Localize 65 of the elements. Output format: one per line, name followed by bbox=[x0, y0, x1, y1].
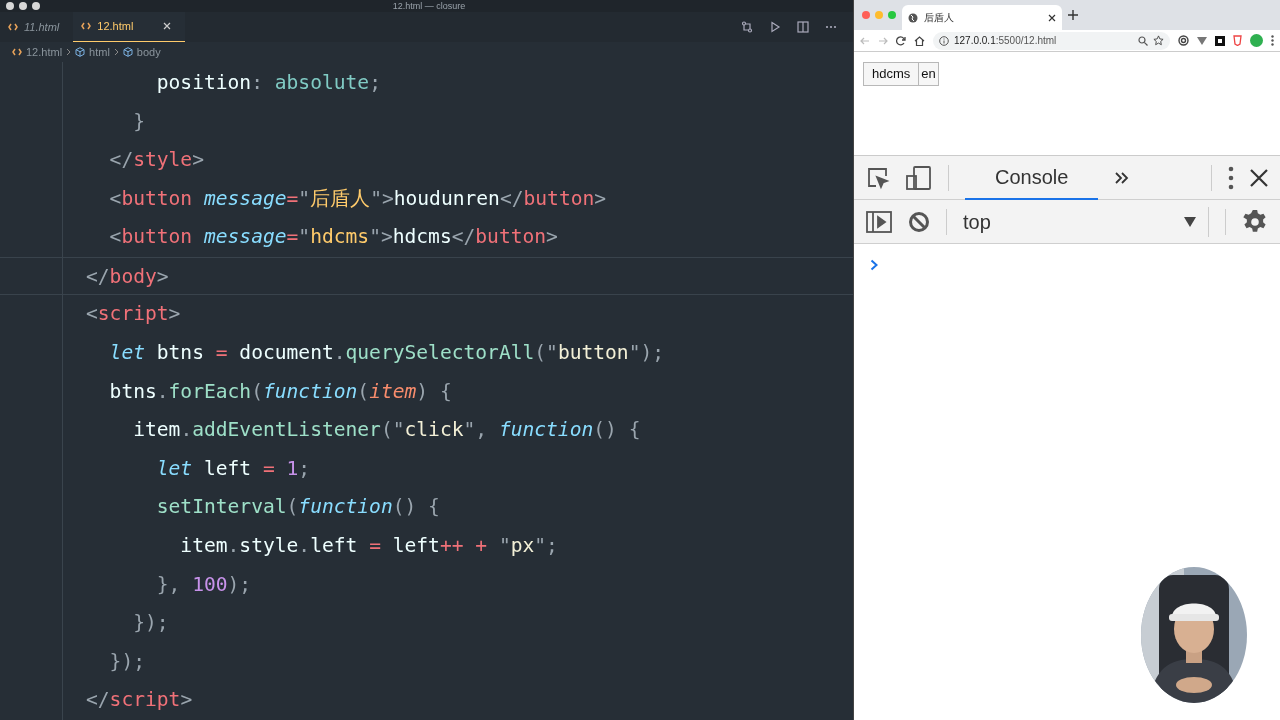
minimize-window-button[interactable] bbox=[19, 2, 27, 10]
dropdown-icon[interactable] bbox=[1184, 216, 1196, 227]
tab-title: 后盾人 bbox=[924, 11, 955, 25]
close-icon[interactable] bbox=[1250, 168, 1268, 187]
code-line: let btns = document.querySelectorAll("button"); bbox=[108, 340, 666, 367]
code-line: }); bbox=[108, 648, 146, 675]
compare-icon[interactable] bbox=[741, 20, 753, 33]
more-icon[interactable] bbox=[825, 24, 837, 29]
cube-icon bbox=[122, 46, 133, 57]
code-line: <script> bbox=[85, 301, 182, 328]
editor-tab[interactable]: 11.html bbox=[0, 12, 74, 42]
context-selector[interactable]: top bbox=[963, 206, 991, 237]
code-line: btns.forEach(function(item) { bbox=[108, 378, 453, 405]
info-icon bbox=[939, 35, 949, 46]
code-line: }); bbox=[132, 610, 170, 637]
code-line: <button message="后盾人">houdunren</button> bbox=[108, 185, 608, 212]
extension-icon[interactable] bbox=[1215, 35, 1225, 46]
sidebar-toggle-icon[interactable] bbox=[866, 210, 892, 233]
new-tab-icon[interactable] bbox=[1068, 10, 1078, 20]
settings-icon[interactable] bbox=[1242, 208, 1268, 235]
close-icon[interactable] bbox=[1048, 13, 1056, 22]
address-bar[interactable]: 127.0.0.1:5500/12.html bbox=[933, 31, 1170, 50]
breadcrumb-item[interactable]: html bbox=[89, 43, 110, 61]
close-window-button[interactable] bbox=[6, 2, 14, 10]
kebab-menu-icon[interactable] bbox=[1228, 165, 1234, 190]
code-line: </script> bbox=[85, 687, 194, 714]
cube-icon bbox=[75, 46, 86, 57]
code-file-icon bbox=[81, 22, 92, 31]
prompt-icon[interactable] bbox=[870, 258, 879, 271]
home-icon[interactable] bbox=[914, 35, 925, 46]
code-line: </body> bbox=[0, 256, 853, 296]
code-file-icon bbox=[12, 47, 22, 56]
editor-tab[interactable]: 12.html bbox=[73, 12, 186, 42]
breadcrumb-item[interactable]: body bbox=[136, 43, 161, 61]
code-line: }, 100); bbox=[155, 571, 253, 598]
zoom-icon[interactable] bbox=[1138, 35, 1148, 46]
code-line: setInterval(function() { bbox=[155, 494, 441, 521]
breadcrumb-item[interactable]: 12.html bbox=[26, 43, 63, 61]
star-icon[interactable] bbox=[1153, 35, 1164, 46]
page-button[interactable]: hdcms bbox=[863, 62, 920, 86]
more-tabs-icon[interactable] bbox=[1114, 170, 1131, 185]
page-button[interactable]: en bbox=[918, 62, 939, 86]
maximize-window-button[interactable] bbox=[32, 2, 40, 10]
split-editor-icon[interactable] bbox=[797, 20, 809, 33]
device-toolbar-icon[interactable] bbox=[906, 165, 932, 190]
window-title: 12.html — closure bbox=[392, 0, 467, 12]
code-file-icon bbox=[8, 22, 18, 31]
code-line: } bbox=[132, 108, 146, 135]
reload-icon[interactable] bbox=[896, 35, 906, 46]
code-line: let left = 1; bbox=[155, 455, 312, 482]
code-line: <button message="hdcms">hdcms</button> bbox=[108, 224, 559, 251]
chevron-icon bbox=[66, 47, 72, 56]
menu-icon[interactable] bbox=[1271, 35, 1274, 46]
extension-icon[interactable] bbox=[1178, 35, 1189, 46]
chevron-icon bbox=[113, 47, 119, 56]
browser-tab[interactable]: 后盾人 bbox=[902, 5, 1062, 30]
code-line: position: absolute; bbox=[155, 69, 382, 96]
clear-console-icon[interactable] bbox=[908, 210, 930, 233]
code-line: </style> bbox=[108, 147, 205, 174]
code-line: item.addEventListener("click", function() { bbox=[132, 417, 642, 444]
inspect-icon[interactable] bbox=[866, 165, 890, 190]
profile-avatar[interactable] bbox=[1250, 34, 1263, 47]
code-line: item.style.left = left++ + "px"; bbox=[179, 533, 559, 560]
globe-icon bbox=[908, 12, 918, 23]
run-icon[interactable] bbox=[769, 20, 781, 33]
